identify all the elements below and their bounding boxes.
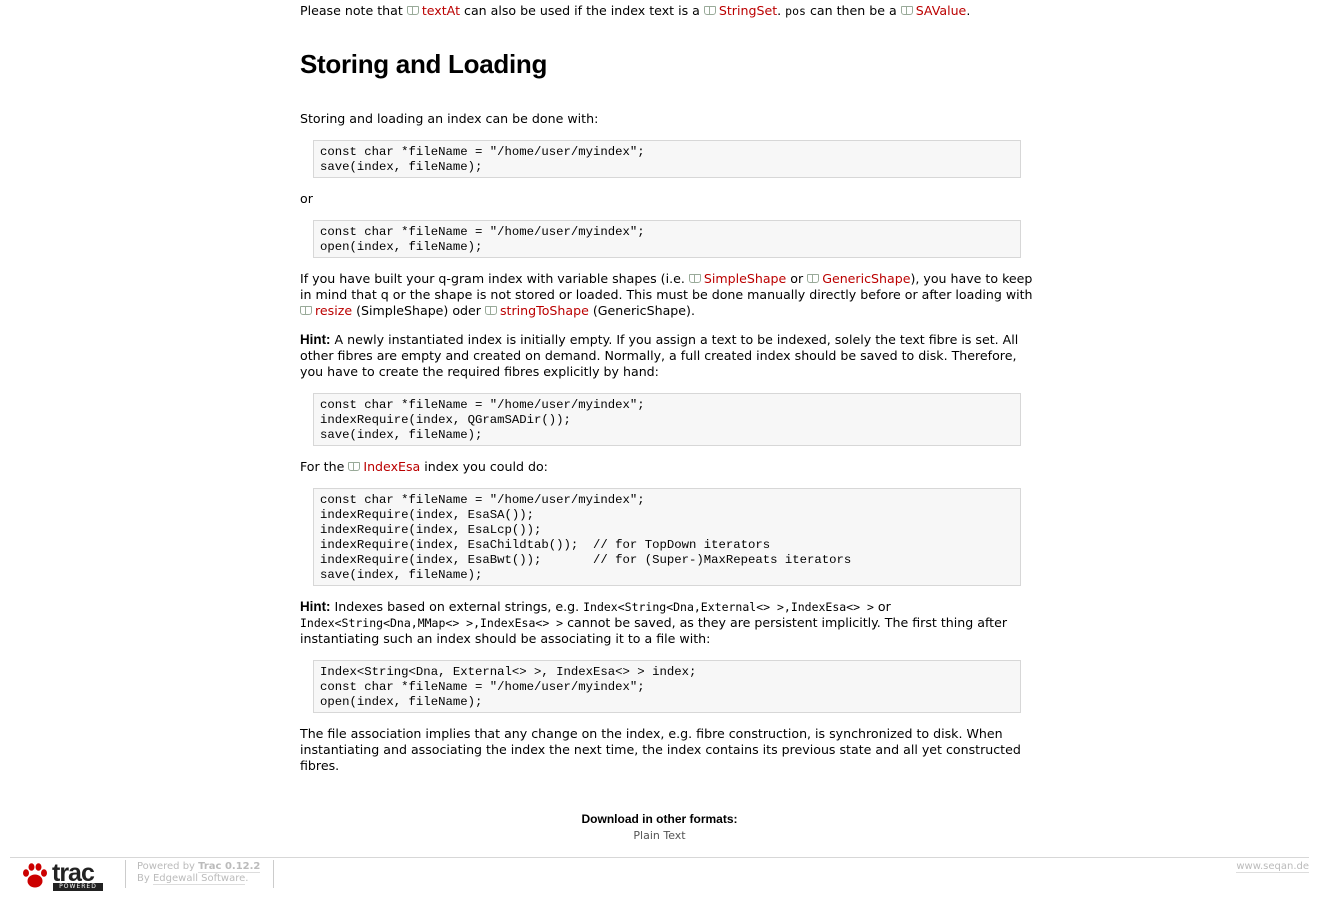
download-heading: Download in other formats: bbox=[581, 812, 738, 826]
book-icon bbox=[703, 6, 716, 15]
inline-code-mmap: Index<String<Dna,MMap<> >,IndexEsa<> > bbox=[300, 616, 564, 630]
book-icon bbox=[406, 6, 419, 15]
code-block-external: Index<String<Dna, External<> >, IndexEsa… bbox=[313, 660, 1021, 713]
code-block-index-require: const char *fileName = "/home/user/myind… bbox=[313, 393, 1021, 446]
inline-code-pos: pos bbox=[785, 4, 806, 18]
book-icon bbox=[900, 6, 913, 15]
storing-intro-paragraph: Storing and loading an index can be done… bbox=[300, 111, 599, 126]
hint-paragraph-1: Hint: A newly instantiated index is init… bbox=[300, 332, 1019, 379]
trac-version-link[interactable]: Trac 0.12.2 bbox=[198, 861, 261, 873]
code-block-esa: const char *fileName = "/home/user/myind… bbox=[313, 488, 1021, 586]
powered-by-text: Powered by Trac 0.12.2 By Edgewall Softwa… bbox=[137, 861, 261, 885]
link-savalue[interactable]: SAValue bbox=[900, 3, 966, 18]
footer-divider bbox=[273, 860, 274, 888]
link-resize[interactable]: resize bbox=[300, 303, 352, 318]
footer: trac POWERED Powered by Trac 0.12.2 By Ed… bbox=[10, 857, 1309, 898]
code-block-open: const char *fileName = "/home/user/myind… bbox=[313, 220, 1021, 258]
book-icon bbox=[807, 274, 820, 283]
edgewall-link[interactable]: Edgewall Software bbox=[152, 873, 246, 885]
link-indexesa[interactable]: IndexEsa bbox=[348, 459, 420, 474]
esa-paragraph: For the IndexEsa index you could do: bbox=[300, 459, 548, 474]
or-text: or bbox=[300, 191, 313, 206]
trac-logo-badge: POWERED bbox=[53, 883, 103, 891]
code-block-save: const char *fileName = "/home/user/myind… bbox=[313, 140, 1021, 178]
book-icon bbox=[348, 462, 361, 471]
hint-label: Hint: bbox=[300, 332, 331, 347]
alternate-formats: Download in other formats: Plain Text bbox=[0, 812, 1319, 844]
link-stringtoshape[interactable]: stringToShape bbox=[484, 303, 589, 318]
hint-paragraph-2: Hint: Indexes based on external strings,… bbox=[300, 599, 1008, 646]
book-icon bbox=[688, 274, 701, 283]
book-icon bbox=[300, 306, 312, 315]
plain-text-link[interactable]: Plain Text bbox=[633, 829, 685, 842]
inline-code-external: Index<String<Dna,External<> >,IndexEsa<>… bbox=[583, 600, 874, 614]
final-paragraph: The file association implies that any ch… bbox=[300, 726, 1021, 773]
link-simpleshape[interactable]: SimpleShape bbox=[688, 271, 786, 286]
site-url-link[interactable]: www.seqan.de bbox=[1236, 861, 1309, 873]
link-genericshape[interactable]: GenericShape bbox=[807, 271, 910, 286]
trac-logo-text: trac bbox=[52, 859, 95, 887]
shapes-paragraph: If you have built your q-gram index with… bbox=[300, 271, 1033, 318]
link-textat[interactable]: textAt bbox=[406, 3, 460, 18]
section-heading: Storing and Loading bbox=[300, 49, 548, 79]
link-stringset[interactable]: StringSet bbox=[703, 3, 777, 18]
paw-icon bbox=[23, 863, 47, 888]
footer-divider bbox=[125, 860, 126, 888]
book-icon bbox=[484, 306, 497, 315]
hint-label: Hint: bbox=[300, 599, 331, 614]
intro-paragraph: Please note that textAt can also be used… bbox=[300, 3, 971, 18]
